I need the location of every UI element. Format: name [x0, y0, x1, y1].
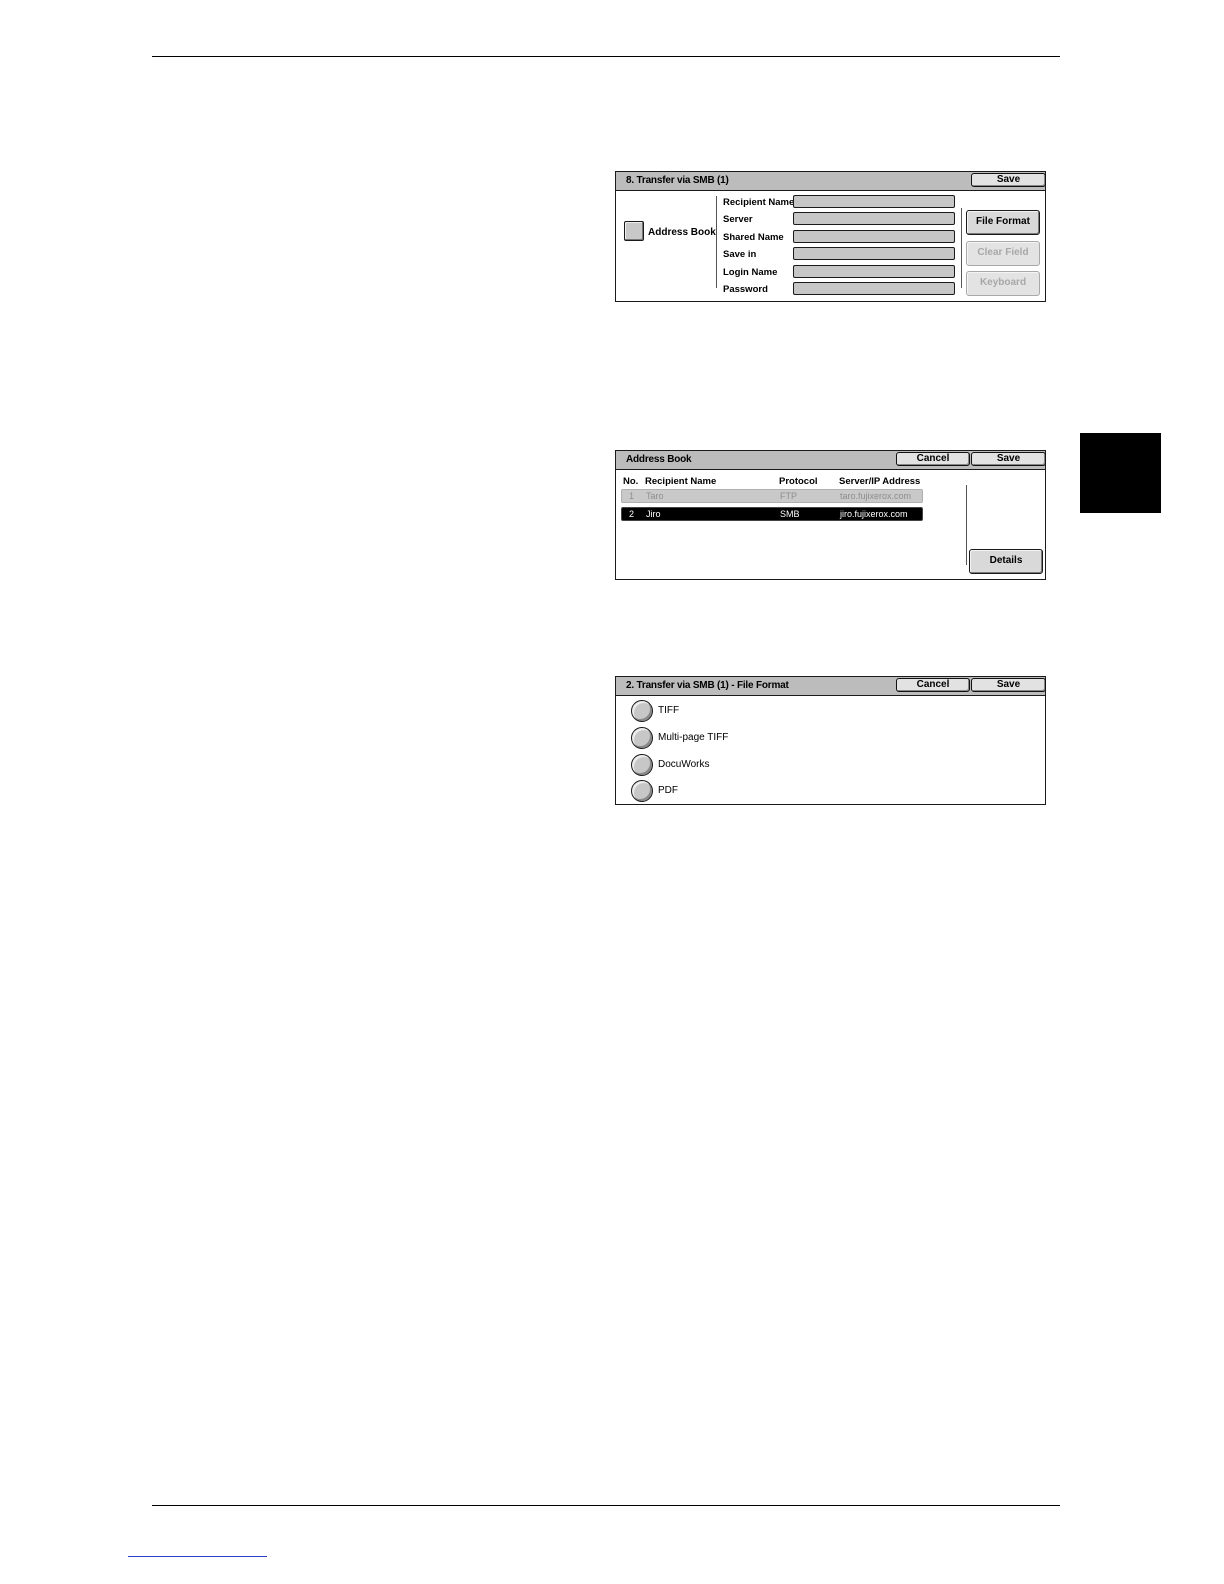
login-name-label: Login Name	[723, 267, 778, 278]
divider-right	[961, 208, 962, 288]
chapter-tab	[1080, 433, 1161, 513]
address-book-panel: Address Book Cancel Save No. Recipient N…	[615, 450, 1046, 580]
file-format-title: 2. Transfer via SMB (1) - File Format	[626, 680, 789, 691]
row-protocol: FTP	[780, 491, 797, 501]
radio-pdf-label: PDF	[658, 785, 678, 796]
column-header-recipient-name: Recipient Name	[645, 476, 717, 487]
divider-left	[716, 196, 717, 288]
radio-docuworks-label: DocuWorks	[658, 759, 710, 770]
recipient-name-label: Recipient Name	[723, 197, 795, 208]
recipient-name-field[interactable]	[793, 195, 955, 208]
column-header-no: No.	[623, 476, 639, 487]
table-row[interactable]: 2 Jiro SMB jiro.fujixerox.com	[621, 507, 923, 521]
row-server-address: jiro.fujixerox.com	[840, 509, 908, 519]
footer-rule	[152, 1505, 1060, 1506]
radio-multipage-tiff-label: Multi-page TIFF	[658, 732, 729, 743]
header-rule	[152, 56, 1060, 57]
smb-save-button[interactable]: Save	[971, 173, 1046, 187]
server-field[interactable]	[793, 212, 955, 225]
shared-name-field[interactable]	[793, 230, 955, 243]
password-label: Password	[723, 284, 768, 295]
row-server-address: taro.fujixerox.com	[840, 491, 912, 501]
radio-tiff-label: TIFF	[658, 705, 680, 716]
address-book-save-button[interactable]: Save	[971, 452, 1046, 466]
row-number: 1	[629, 491, 635, 501]
smb-panel-titlebar: 8. Transfer via SMB (1) Save	[616, 172, 1046, 191]
file-format-button[interactable]: File Format	[966, 210, 1040, 235]
row-recipient-name: Taro	[646, 491, 664, 501]
row-protocol: SMB	[780, 509, 800, 519]
radio-multipage-tiff[interactable]	[631, 727, 653, 749]
file-format-titlebar: 2. Transfer via SMB (1) - File Format Ca…	[616, 677, 1046, 696]
shared-name-label: Shared Name	[723, 232, 784, 243]
address-book-titlebar: Address Book Cancel Save	[616, 451, 1046, 470]
column-header-protocol: Protocol	[779, 476, 818, 487]
row-number: 2	[629, 509, 635, 519]
smb-transfer-panel: 8. Transfer via SMB (1) Save Address Boo…	[615, 171, 1046, 302]
details-button[interactable]: Details	[969, 549, 1043, 574]
address-book-label: Address Book	[648, 227, 716, 238]
footer-link-underline	[128, 1556, 267, 1557]
radio-docuworks[interactable]	[631, 754, 653, 776]
smb-panel-title: 8. Transfer via SMB (1)	[626, 175, 729, 186]
password-field[interactable]	[793, 282, 955, 295]
file-format-save-button[interactable]: Save	[971, 678, 1046, 692]
save-in-field[interactable]	[793, 247, 955, 260]
address-book-cancel-button[interactable]: Cancel	[896, 452, 970, 466]
save-in-label: Save in	[723, 249, 757, 260]
file-format-panel: 2. Transfer via SMB (1) - File Format Ca…	[615, 676, 1046, 805]
login-name-field[interactable]	[793, 265, 955, 278]
file-format-cancel-button[interactable]: Cancel	[896, 678, 970, 692]
server-label: Server	[723, 214, 753, 225]
radio-pdf[interactable]	[631, 780, 653, 802]
row-recipient-name: Jiro	[646, 509, 661, 519]
keyboard-button[interactable]: Keyboard	[966, 271, 1040, 296]
table-row[interactable]: 1 Taro FTP taro.fujixerox.com	[621, 489, 923, 503]
address-book-button[interactable]	[624, 221, 644, 241]
scroll-divider	[966, 485, 967, 565]
address-book-title: Address Book	[626, 454, 692, 465]
radio-tiff[interactable]	[631, 700, 653, 722]
column-header-server-address: Server/IP Address	[839, 476, 921, 487]
clear-field-button[interactable]: Clear Field	[966, 241, 1040, 266]
